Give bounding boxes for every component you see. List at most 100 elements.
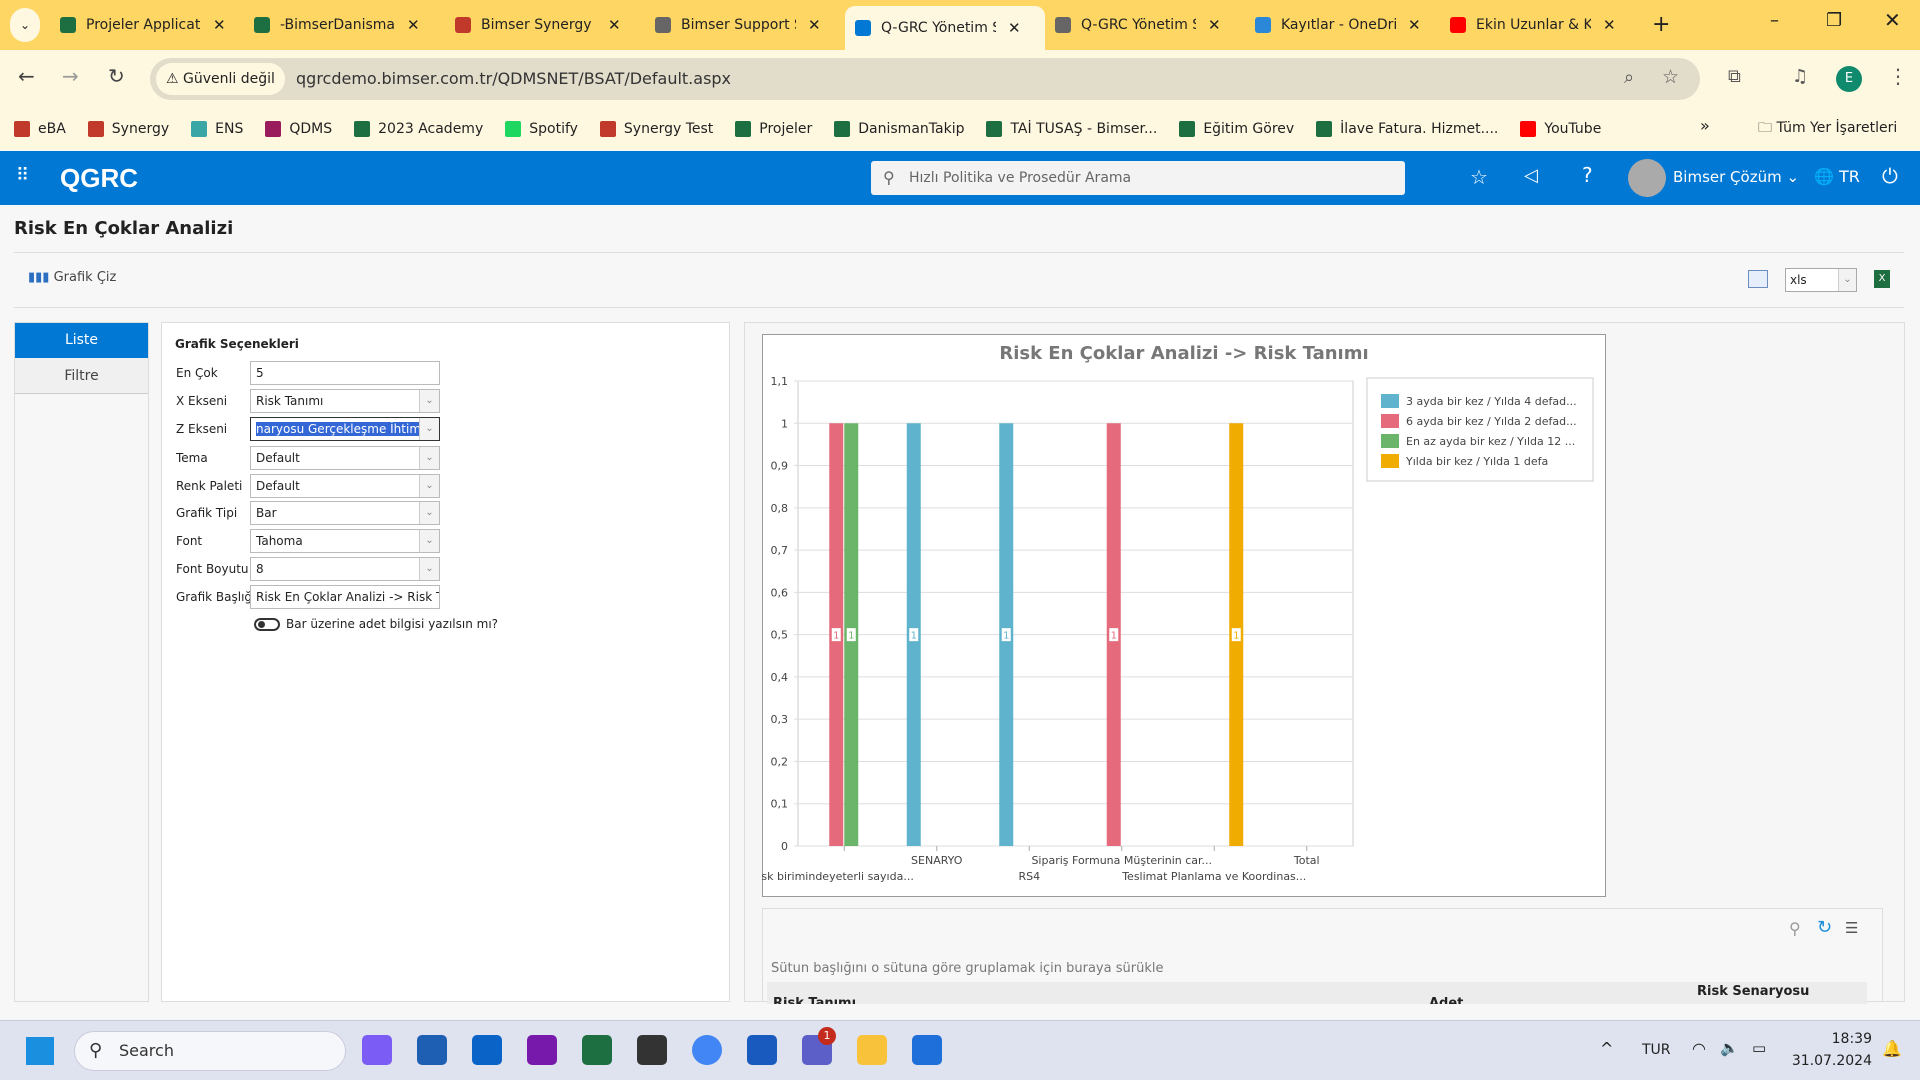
refresh-icon[interactable]: ↻	[1817, 917, 1832, 938]
close-window-button[interactable]: ✕	[1884, 8, 1901, 32]
back-icon[interactable]: ←	[18, 64, 35, 88]
select-field[interactable]: Default ⌄	[250, 474, 440, 498]
bookmark-item[interactable]: DanismanTakip	[834, 121, 964, 137]
bookmark-item[interactable]: Synergy Test	[599, 121, 713, 137]
bookmark-item[interactable]: Spotify	[505, 121, 578, 137]
browser-tab[interactable]: Ekin Uzunlar & K ✕	[1440, 8, 1630, 42]
text-field[interactable]: 5	[250, 361, 440, 385]
volume-icon[interactable]: 🔈	[1720, 1039, 1739, 1057]
close-tab-icon[interactable]: ✕	[407, 16, 420, 34]
language-selector[interactable]: 🌐 TR	[1814, 167, 1860, 186]
bar-label-toggle[interactable]: Bar üzerine adet bilgisi yazılsın mı?	[254, 617, 498, 631]
column-header-adet[interactable]: Adet	[1429, 996, 1463, 1004]
close-tab-icon[interactable]: ✕	[808, 16, 821, 34]
browser-tab[interactable]: Projeler Applicati ✕	[50, 8, 240, 42]
taskbar-search[interactable]: ⚲ Search	[74, 1031, 346, 1071]
url-text[interactable]: qgrcdemo.bimser.com.tr/QDMSNET/BSAT/Defa…	[296, 69, 731, 88]
media-icon[interactable]: ♫	[1792, 66, 1808, 87]
extensions-icon[interactable]: ⧉	[1728, 66, 1741, 87]
bookmark-item[interactable]: Eğitim Görev	[1179, 121, 1294, 137]
bookmark-item[interactable]: Projeler	[735, 121, 812, 137]
app-launcher-icon[interactable]: ⠿	[16, 165, 29, 186]
browser-tab[interactable]: Q-GRC Yönetim S ✕	[845, 6, 1045, 50]
chrome-icon[interactable]	[692, 1035, 722, 1065]
group-panel-hint[interactable]: Sütun başlığını o sütuna göre gruplamak …	[771, 961, 1163, 976]
bookmark-item[interactable]: ENS	[191, 121, 243, 137]
all-bookmarks[interactable]: 🗀 Tüm Yer İşaretleri	[1758, 117, 1897, 141]
defender-icon[interactable]	[912, 1035, 942, 1065]
bookmark-item[interactable]: TAİ TUSAŞ - Bimser...	[986, 121, 1157, 137]
select-field[interactable]: Bar ⌄	[250, 501, 440, 525]
logout-icon[interactable]: ⏻	[1882, 164, 1898, 188]
security-chip[interactable]: ⚠ Güvenli değil	[156, 63, 285, 95]
battery-icon[interactable]: ▭	[1752, 1039, 1766, 1057]
text-field[interactable]: Risk En Çoklar Analizi -> Risk Tan	[250, 585, 440, 609]
sticky-notes-icon[interactable]	[637, 1035, 667, 1065]
qgrc-logo[interactable]: QGRC	[60, 163, 138, 194]
bookmark-star-icon[interactable]: ☆	[1662, 66, 1679, 88]
select-field[interactable]: Default ⌄	[250, 446, 440, 470]
bookmark-item[interactable]: eBA	[14, 121, 66, 137]
excel-icon[interactable]	[582, 1035, 612, 1065]
profile-avatar[interactable]: E	[1836, 66, 1862, 92]
zoom-icon[interactable]: ⌕	[1624, 67, 1634, 88]
select-field[interactable]: Risk Tanımı ⌄	[250, 389, 440, 413]
favorites-star-icon[interactable]: ☆	[1470, 165, 1488, 189]
close-tab-icon[interactable]: ✕	[1208, 16, 1221, 34]
user-avatar[interactable]	[1628, 159, 1666, 197]
browser-tab[interactable]: Q-GRC Yönetim S ✕	[1045, 8, 1235, 42]
column-chooser-icon[interactable]: ☰	[1845, 919, 1858, 937]
export-image-icon[interactable]	[1748, 270, 1768, 288]
browser-tab[interactable]: Bimser Synergy ✕	[445, 8, 635, 42]
close-tab-icon[interactable]: ✕	[1603, 16, 1616, 34]
clock-time[interactable]: 18:39	[1812, 1031, 1872, 1047]
maximize-button[interactable]: ❐	[1826, 10, 1842, 31]
select-field[interactable]: Tahoma ⌄	[250, 529, 440, 553]
close-tab-icon[interactable]: ✕	[213, 16, 226, 34]
forward-icon[interactable]: →	[62, 64, 79, 88]
bookmarks-overflow-icon[interactable]: »	[1700, 116, 1710, 135]
clock-date[interactable]: 31.07.2024	[1790, 1053, 1872, 1069]
user-menu[interactable]: Bimser Çözüm ⌄	[1673, 168, 1799, 186]
wifi-icon[interactable]: ◠	[1692, 1039, 1706, 1058]
word-icon[interactable]	[747, 1035, 777, 1065]
input-language[interactable]: TUR	[1642, 1042, 1671, 1058]
tab-filtre[interactable]: Filtre	[15, 358, 148, 394]
menu-icon[interactable]: ⋮	[1888, 64, 1908, 88]
close-tab-icon[interactable]: ✕	[608, 16, 621, 34]
tab-liste[interactable]: Liste	[15, 323, 148, 358]
bookmark-item[interactable]: QDMS	[265, 121, 332, 137]
select-field[interactable]: naryosu Gerçekleşme İhtimali ⌄	[250, 417, 440, 441]
onenote-icon[interactable]	[527, 1035, 557, 1065]
policy-search-input[interactable]: ⚲ Hızlı Politika ve Prosedür Arama	[871, 161, 1405, 195]
outlook-icon[interactable]	[472, 1035, 502, 1065]
copilot-icon[interactable]	[362, 1035, 392, 1065]
browser-tab[interactable]: Kayıtlar - OneDri ✕	[1245, 8, 1435, 42]
close-tab-icon[interactable]: ✕	[1408, 16, 1421, 34]
help-icon[interactable]: ?	[1582, 163, 1593, 187]
minimize-button[interactable]: –	[1770, 10, 1779, 31]
tray-overflow-icon[interactable]: ^	[1600, 1039, 1613, 1058]
export-format-select[interactable]: xls ⌄	[1785, 268, 1857, 292]
bookmark-item[interactable]: Synergy	[87, 121, 169, 137]
browser-tab[interactable]: Bimser Support S ✕	[645, 8, 835, 42]
export-excel-icon[interactable]: X	[1874, 270, 1890, 288]
bookmark-item[interactable]: 2023 Academy	[354, 121, 483, 137]
clear-filter-icon[interactable]: ⚲	[1789, 919, 1801, 938]
address-bar[interactable]: ⚠ Güvenli değil qgrcdemo.bimser.com.tr/Q…	[150, 58, 1700, 100]
windows-start-icon[interactable]	[26, 1037, 54, 1065]
toggle-switch[interactable]	[254, 617, 280, 631]
column-header-risk-senaryosu[interactable]: Risk Senaryosu	[1697, 984, 1809, 999]
notifications-bell-icon[interactable]: 🔔	[1882, 1039, 1902, 1058]
bookmark-item[interactable]: İlave Fatura. Hizmet....	[1316, 121, 1498, 137]
select-field[interactable]: 8 ⌄	[250, 557, 440, 581]
column-header-risk-tanimi[interactable]: Risk Tanımı	[773, 996, 856, 1004]
new-tab-button[interactable]: +	[1652, 12, 1670, 37]
widgets-icon[interactable]	[417, 1035, 447, 1065]
announcements-icon[interactable]: ◁	[1524, 165, 1538, 186]
reload-icon[interactable]: ↻	[108, 64, 125, 88]
bookmark-item[interactable]: YouTube	[1520, 121, 1601, 137]
tab-search-button[interactable]: ⌄	[10, 8, 40, 42]
draw-chart-button[interactable]: ▮▮▮ Grafik Çiz	[28, 270, 116, 285]
close-tab-icon[interactable]: ✕	[1008, 19, 1021, 37]
